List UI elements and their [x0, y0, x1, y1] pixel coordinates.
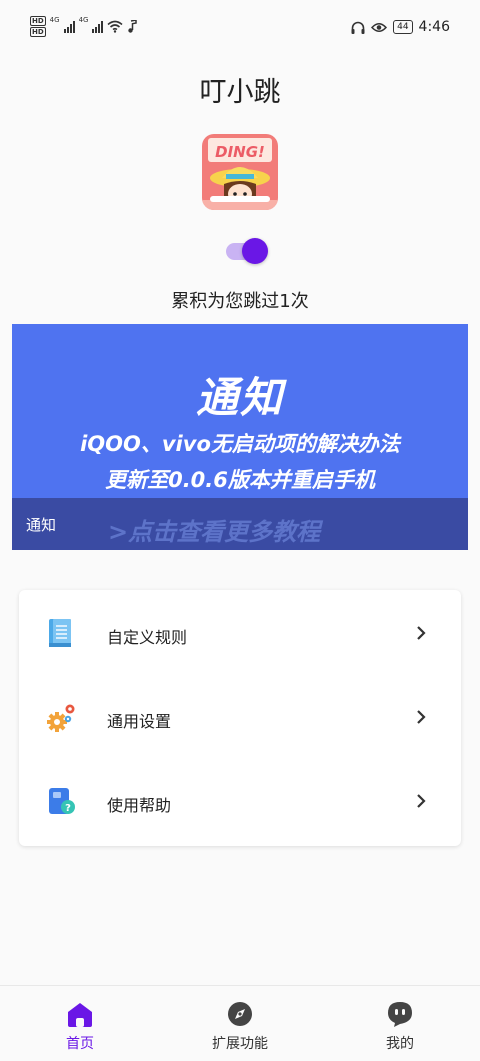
menu-label: 自定义规则: [107, 628, 188, 647]
battery-icon: 44: [393, 20, 413, 34]
nav-tab-extensions[interactable]: 扩展功能: [160, 986, 320, 1061]
skip-count-text: 累积为您跳过1次: [171, 291, 309, 312]
nav-tab-home[interactable]: 首页: [0, 986, 160, 1061]
clock: 4:46: [418, 19, 450, 35]
nav-label: 首页: [66, 1036, 94, 1052]
status-right: 44 4:46: [351, 19, 450, 35]
hd-indicators: HD HD: [30, 16, 46, 37]
banner-title: 通知: [195, 373, 284, 422]
document-list-icon: [49, 619, 71, 647]
wifi-icon: [107, 20, 123, 33]
menu-label: 使用帮助: [107, 796, 172, 815]
chevron-right-icon: [417, 794, 426, 808]
nav-tab-profile[interactable]: 我的: [320, 986, 480, 1061]
skip-service-toggle[interactable]: [226, 238, 268, 264]
svg-text:?: ?: [65, 803, 71, 814]
signal-icon: [63, 20, 75, 33]
chevron-right-icon: [417, 626, 426, 640]
hd-badge-2: HD: [30, 27, 46, 37]
menu-item-general-settings[interactable]: 通用设置: [19, 675, 461, 759]
help-book-icon: ?: [49, 788, 75, 814]
notice-banner[interactable]: 通知 iQOO、vivo无启动项的解决办法 更新至0.0.6版本并重启手机 通知…: [12, 324, 468, 550]
app-logo-image: DING!: [202, 134, 278, 210]
network-type-2: 4G: [78, 16, 89, 24]
menu-item-help[interactable]: ? 使用帮助: [19, 759, 461, 843]
eye-icon: [371, 22, 388, 32]
app-logo-text: DING!: [215, 143, 265, 161]
nav-label: 扩展功能: [212, 1036, 268, 1052]
gears-icon: [47, 704, 75, 732]
home-icon: [68, 1003, 92, 1027]
music-note-icon: [128, 20, 138, 33]
banner-more-tutorials: >点击查看更多教程: [108, 518, 321, 546]
compass-icon: [228, 1002, 252, 1026]
status-bar: HD HD 4G 4G 44 4:46: [0, 0, 480, 58]
network-type-1: 4G: [49, 16, 60, 24]
banner-line-1: iQOO、vivo无启动项的解决办法: [80, 432, 400, 456]
banner-line-2: 更新至0.0.6版本并重启手机: [105, 468, 375, 492]
chevron-right-icon: [417, 710, 426, 724]
app-logo: DING!: [202, 134, 278, 210]
profile-icon: [388, 1002, 412, 1027]
banner-caption-bar: 通知 >点击查看更多教程: [12, 498, 468, 550]
settings-menu-card: 自定义规则 通用设置 ? 使用帮助: [19, 590, 461, 846]
page-title: 叮小跳: [199, 77, 281, 108]
menu-label: 通用设置: [107, 712, 172, 731]
status-left: HD HD 4G 4G: [30, 16, 138, 37]
toggle-thumb: [242, 238, 268, 264]
banner-caption: 通知: [26, 516, 57, 534]
headphones-icon: [351, 21, 365, 34]
nav-label: 我的: [386, 1036, 414, 1052]
signal-icon: [92, 20, 104, 33]
hd-badge-1: HD: [30, 16, 46, 26]
bottom-navigation: 首页 扩展功能 我的: [0, 985, 480, 1061]
menu-item-custom-rules[interactable]: 自定义规则: [19, 591, 461, 675]
